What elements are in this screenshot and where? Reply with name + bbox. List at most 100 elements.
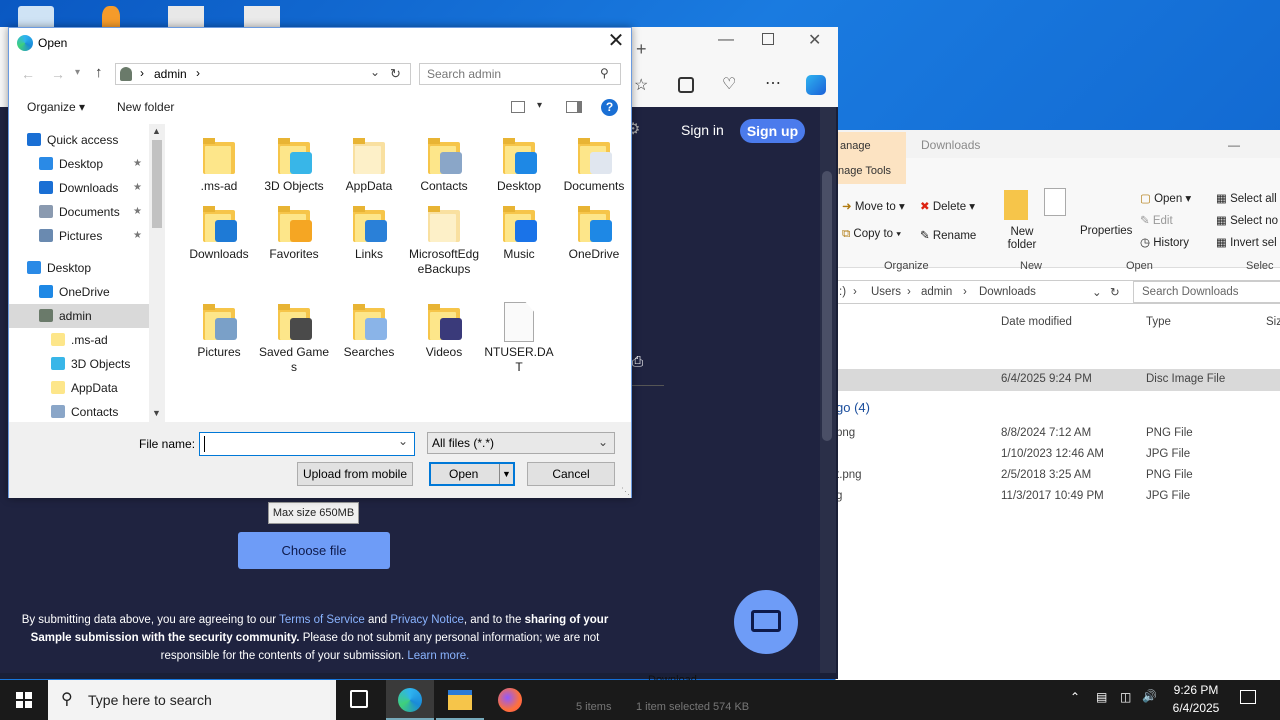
scroll-up-icon[interactable]: ▲: [152, 126, 161, 136]
volume-icon[interactable]: 🔊: [1142, 689, 1157, 703]
dialog-search-input[interactable]: Search admin ⚲: [419, 63, 621, 85]
column-date-modified[interactable]: Date modified: [1001, 316, 1072, 328]
back-icon[interactable]: ←: [21, 66, 35, 82]
folder-item[interactable]: OneDrive: [558, 204, 630, 262]
learn-more-link[interactable]: Learn more.: [407, 650, 469, 662]
nav-item[interactable]: Downloads ★: [9, 176, 149, 200]
folder-item[interactable]: .ms-ad: [183, 136, 255, 194]
open-dropdown-icon[interactable]: ▼: [499, 464, 513, 484]
nav-item[interactable]: Quick access: [9, 128, 149, 152]
chevron-down-icon[interactable]: ▾: [537, 100, 542, 111]
sign-in-link[interactable]: Sign in: [681, 122, 724, 138]
folder-item[interactable]: Favorites: [258, 204, 330, 262]
breadcrumb-admin[interactable]: admin: [154, 67, 187, 81]
folder-item[interactable]: 3D Objects: [258, 136, 330, 194]
folder-item[interactable]: Contacts: [408, 136, 480, 194]
folder-item[interactable]: Links: [333, 204, 405, 262]
taskbar-firefox[interactable]: [486, 680, 534, 720]
help-icon[interactable]: ?: [601, 99, 618, 116]
nav-scrollbar-thumb[interactable]: [152, 140, 162, 228]
folder-item[interactable]: Music: [483, 204, 555, 262]
upload-from-mobile-button[interactable]: Upload from mobile: [297, 462, 413, 486]
folder-item[interactable]: Videos: [408, 302, 480, 360]
edit-button[interactable]: ✎ Edit: [1140, 213, 1173, 227]
choose-file-button[interactable]: Choose file: [238, 532, 390, 569]
more-icon[interactable]: ⋯: [765, 73, 781, 93]
nav-item[interactable]: 3D Objects: [9, 352, 149, 376]
close-icon[interactable]: ✕: [605, 30, 627, 54]
ethernet-icon[interactable]: ◫: [1120, 690, 1131, 704]
chat-button[interactable]: [734, 590, 798, 654]
chevron-down-icon[interactable]: ⌄: [370, 65, 380, 79]
recent-locations-icon[interactable]: ▾: [75, 67, 80, 78]
chevron-down-icon[interactable]: ⌄: [1092, 285, 1102, 299]
preview-pane-icon[interactable]: [566, 101, 582, 113]
move-to-button[interactable]: ➜ Move to ▾: [842, 199, 905, 213]
explorer-search-input[interactable]: Search Downloads: [1133, 281, 1280, 303]
copilot-icon[interactable]: [806, 75, 826, 95]
forward-icon[interactable]: →: [51, 66, 65, 82]
breadcrumb-admin[interactable]: admin: [921, 286, 952, 298]
open-button[interactable]: ▢ Open ▾: [1140, 191, 1191, 205]
minimize-icon[interactable]: —: [718, 31, 734, 49]
resize-grip-icon[interactable]: ⋱: [621, 486, 630, 497]
network-icon[interactable]: ▤: [1096, 690, 1107, 704]
health-icon[interactable]: ♡: [722, 74, 736, 94]
nav-item[interactable]: OneDrive: [9, 280, 149, 304]
file-type-select[interactable]: All files (*.*) ⌄: [427, 432, 615, 454]
taskbar-explorer[interactable]: [436, 680, 484, 720]
breadcrumb-drive[interactable]: :): [839, 286, 846, 298]
breadcrumb-users[interactable]: Users: [871, 286, 901, 298]
refresh-icon[interactable]: ↻: [1110, 285, 1120, 299]
rename-button[interactable]: ✎ Rename: [920, 228, 976, 242]
cancel-button[interactable]: Cancel: [527, 462, 615, 486]
sign-up-button[interactable]: Sign up: [740, 119, 805, 143]
favorites-icon[interactable]: ☆: [634, 75, 648, 95]
privacy-link[interactable]: Privacy Notice: [390, 614, 464, 626]
folder-item[interactable]: Desktop: [483, 136, 555, 194]
group-header[interactable]: go (4): [836, 400, 870, 415]
select-none-button[interactable]: ▦ Select no: [1216, 213, 1278, 227]
nav-item[interactable]: admin: [9, 304, 149, 328]
folder-item[interactable]: Saved Games: [258, 302, 330, 375]
folder-item[interactable]: Documents: [558, 136, 630, 194]
folder-item[interactable]: Pictures: [183, 302, 255, 360]
clock-time[interactable]: 9:26 PM: [1166, 683, 1226, 697]
chevron-down-icon[interactable]: ⌄: [398, 434, 408, 448]
nav-item[interactable]: AppData: [9, 376, 149, 400]
folder-item[interactable]: MicrosoftEdgeBackups: [408, 204, 480, 277]
nav-item[interactable]: Pictures ★: [9, 224, 149, 248]
show-hidden-icons[interactable]: ⌃: [1070, 690, 1080, 704]
new-folder-button[interactable]: New folder: [117, 100, 174, 114]
nav-item[interactable]: .ms-ad: [9, 328, 149, 352]
page-scrollbar-thumb[interactable]: [822, 171, 832, 441]
delete-button[interactable]: ✖ Delete ▾: [920, 199, 975, 213]
folder-item[interactable]: Searches: [333, 302, 405, 360]
up-icon[interactable]: ↑: [95, 64, 103, 81]
nav-item[interactable]: Desktop ★: [9, 152, 149, 176]
select-all-button[interactable]: ▦ Select all: [1216, 191, 1277, 205]
file-item[interactable]: NTUSER.DAT: [483, 302, 555, 375]
scroll-down-icon[interactable]: ▼: [152, 408, 161, 418]
nav-item[interactable]: Documents ★: [9, 200, 149, 224]
dialog-address-bar[interactable]: › admin › ⌄ ↻: [115, 63, 411, 85]
folder-item[interactable]: Downloads: [183, 204, 255, 262]
nav-item[interactable]: Contacts: [9, 400, 149, 424]
file-name-input[interactable]: ⌄: [199, 432, 415, 456]
start-icon[interactable]: [16, 692, 32, 708]
taskbar-edge[interactable]: [386, 680, 434, 720]
row-name[interactable]: t.png: [836, 469, 862, 481]
column-size[interactable]: Siz: [1266, 316, 1280, 328]
tab-picture-tools[interactable]: nage Tools: [836, 158, 906, 184]
nav-item[interactable]: Desktop: [9, 256, 149, 280]
properties-button[interactable]: Properties: [1080, 225, 1132, 237]
view-options-icon[interactable]: [511, 101, 525, 113]
organize-menu[interactable]: Organize ▾: [27, 100, 85, 114]
breadcrumb-downloads[interactable]: Downloads: [979, 286, 1036, 298]
open-button[interactable]: Open ▼: [429, 462, 515, 486]
refresh-icon[interactable]: ↻: [390, 66, 401, 82]
new-tab-icon[interactable]: +: [636, 39, 647, 60]
folder-item[interactable]: AppData: [333, 136, 405, 194]
tab-manage[interactable]: anage: [836, 132, 906, 158]
terms-link[interactable]: Terms of Service: [279, 614, 365, 626]
